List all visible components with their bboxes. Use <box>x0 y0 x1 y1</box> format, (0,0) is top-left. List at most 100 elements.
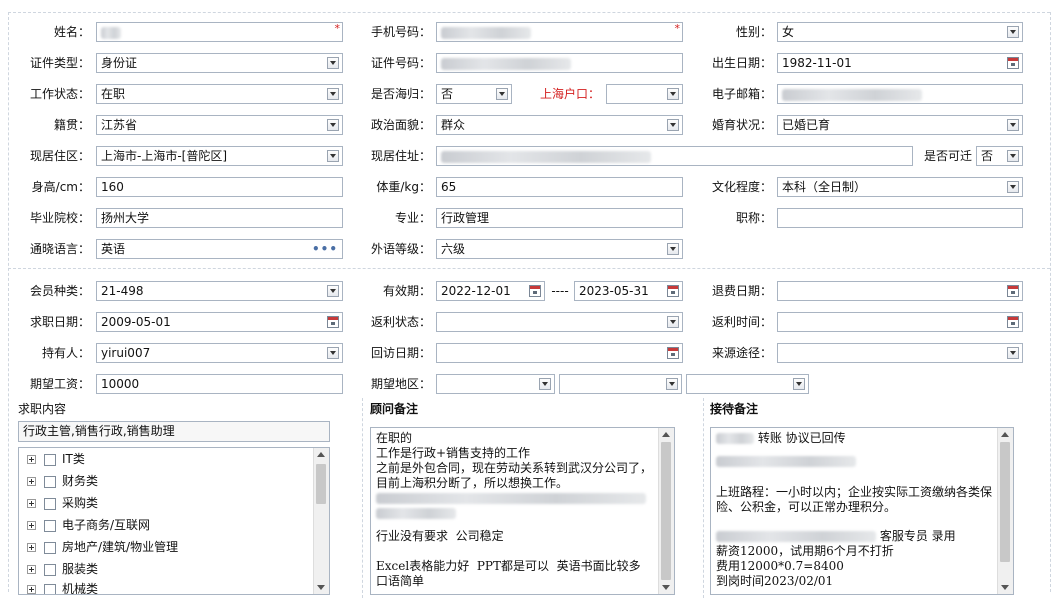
name-input[interactable]: * <box>96 22 343 42</box>
native-select[interactable]: 江苏省 <box>96 115 343 135</box>
refund-date-input[interactable] <box>777 281 1023 301</box>
chevron-down-icon[interactable] <box>327 119 339 131</box>
tree-item-it[interactable]: IT类 <box>27 448 85 470</box>
checkbox[interactable] <box>44 497 56 510</box>
holder-select[interactable]: yirui007 <box>96 343 343 363</box>
job-summary-input[interactable]: 行政主管,销售行政,销售助理 <box>18 421 330 442</box>
edu-select[interactable]: 本科（全日制） <box>777 177 1023 197</box>
scroll-down-icon[interactable] <box>1001 585 1009 590</box>
calendar-icon[interactable] <box>1007 285 1019 297</box>
address-input[interactable] <box>436 146 913 166</box>
chevron-down-icon[interactable] <box>667 243 679 255</box>
checkbox[interactable] <box>44 563 56 576</box>
birth-date-input[interactable]: 1982-11-01 <box>777 53 1023 73</box>
chevron-down-icon[interactable] <box>327 347 339 359</box>
langlevel-select[interactable]: 六级 <box>436 239 683 259</box>
gender-select[interactable]: 女 <box>777 22 1023 42</box>
jobdate-input[interactable]: 2009-05-01 <box>96 312 343 332</box>
chevron-down-icon[interactable] <box>327 88 339 100</box>
chevron-down-icon[interactable] <box>327 285 339 297</box>
school-input[interactable]: 扬州大学 <box>96 208 343 228</box>
tree-item-finance[interactable]: 财务类 <box>27 470 98 492</box>
weight-input[interactable]: 65 <box>436 177 683 197</box>
political-select[interactable]: 群众 <box>436 115 683 135</box>
checkbox[interactable] <box>44 541 56 554</box>
tree-item-purchase[interactable]: 采购类 <box>27 492 98 514</box>
calendar-icon[interactable] <box>529 285 541 297</box>
job-category-tree[interactable]: IT类 财务类 采购类 电子商务/互联网 房地产/建筑/物业管理 服装类 机械类 <box>18 447 330 595</box>
chevron-down-icon[interactable] <box>327 150 339 162</box>
chevron-down-icon[interactable] <box>1007 26 1019 38</box>
source-select[interactable] <box>777 343 1023 363</box>
member-type-select[interactable]: 21-498 <box>96 281 343 301</box>
chevron-down-icon[interactable] <box>667 88 679 100</box>
reception-scrollbar[interactable] <box>997 428 1013 594</box>
shhukou-select[interactable] <box>606 84 683 104</box>
chevron-down-icon[interactable] <box>667 316 679 328</box>
tree-item-machinery[interactable]: 机械类 <box>27 578 98 594</box>
marital-select[interactable]: 已婚已育 <box>777 115 1023 135</box>
tree-item-realestate[interactable]: 房地产/建筑/物业管理 <box>27 536 178 558</box>
expand-icon[interactable] <box>27 565 36 574</box>
advisor-scrollbar[interactable] <box>658 428 674 594</box>
rebate-status-select[interactable] <box>436 312 683 332</box>
checkbox[interactable] <box>44 475 56 488</box>
chevron-down-icon[interactable] <box>1007 150 1019 162</box>
salary-input[interactable]: 10000 <box>96 374 343 394</box>
more-icon[interactable]: ••• <box>312 240 338 258</box>
chevron-down-icon[interactable] <box>666 378 678 390</box>
checkbox[interactable] <box>44 453 56 466</box>
tree-scrollbar[interactable] <box>313 448 329 594</box>
calendar-icon[interactable] <box>667 285 679 297</box>
title-input[interactable] <box>777 208 1023 228</box>
calendar-icon[interactable] <box>1007 57 1019 69</box>
returnee-select[interactable]: 否 <box>436 84 512 104</box>
expand-icon[interactable] <box>27 477 36 486</box>
phone-input[interactable]: * <box>436 22 683 42</box>
major-input[interactable]: 行政管理 <box>436 208 683 228</box>
height-input[interactable]: 160 <box>96 177 343 197</box>
expand-icon[interactable] <box>27 543 36 552</box>
chevron-down-icon[interactable] <box>667 119 679 131</box>
checkbox[interactable] <box>44 519 56 532</box>
reception-notes-textarea[interactable]: 转账 协议已回传 上班路程：一小时以内；企业按实际工资缴纳各类保险、公积金，可以… <box>710 427 1014 595</box>
idtype-select[interactable]: 身份证 <box>96 53 343 73</box>
area-district-select[interactable] <box>686 374 809 394</box>
scroll-thumb[interactable] <box>661 442 671 580</box>
expand-icon[interactable] <box>27 585 36 594</box>
residence-select[interactable]: 上海市-上海市-[普陀区] <box>96 146 343 166</box>
chevron-down-icon[interactable] <box>327 57 339 69</box>
scroll-down-icon[interactable] <box>662 585 670 590</box>
calendar-icon[interactable] <box>327 316 339 328</box>
scroll-down-icon[interactable] <box>317 585 325 590</box>
expand-icon[interactable] <box>27 521 36 530</box>
scroll-up-icon[interactable] <box>1001 432 1009 437</box>
chevron-down-icon[interactable] <box>1007 347 1019 359</box>
chevron-down-icon[interactable] <box>793 378 805 390</box>
scroll-thumb[interactable] <box>1000 442 1010 562</box>
chevron-down-icon[interactable] <box>1007 119 1019 131</box>
area-city-select[interactable] <box>559 374 682 394</box>
email-input[interactable] <box>777 84 1023 104</box>
calendar-icon[interactable] <box>1007 316 1019 328</box>
lang-input[interactable]: 英语 ••• <box>96 239 343 259</box>
checkbox[interactable] <box>44 583 56 594</box>
idno-input[interactable] <box>436 53 683 73</box>
scroll-thumb[interactable] <box>316 464 326 504</box>
rebate-time-input[interactable] <box>777 312 1023 332</box>
area-province-select[interactable] <box>436 374 555 394</box>
expand-icon[interactable] <box>27 455 36 464</box>
expand-icon[interactable] <box>27 499 36 508</box>
visit-date-input[interactable] <box>436 343 683 363</box>
valid-from-input[interactable]: 2022-12-01 <box>436 281 545 301</box>
relocate-select[interactable]: 否 <box>976 146 1023 166</box>
chevron-down-icon[interactable] <box>496 88 508 100</box>
scroll-up-icon[interactable] <box>317 452 325 457</box>
chevron-down-icon[interactable] <box>539 378 551 390</box>
scroll-up-icon[interactable] <box>662 432 670 437</box>
calendar-icon[interactable] <box>667 347 679 359</box>
tree-item-apparel[interactable]: 服装类 <box>27 558 98 580</box>
advisor-notes-textarea[interactable]: 在职的 工作是行政+销售支持的工作 之前是外包合同，现在劳动关系转到武汉分公司了… <box>370 427 675 595</box>
tree-item-ecommerce[interactable]: 电子商务/互联网 <box>27 514 150 536</box>
chevron-down-icon[interactable] <box>1007 181 1019 193</box>
